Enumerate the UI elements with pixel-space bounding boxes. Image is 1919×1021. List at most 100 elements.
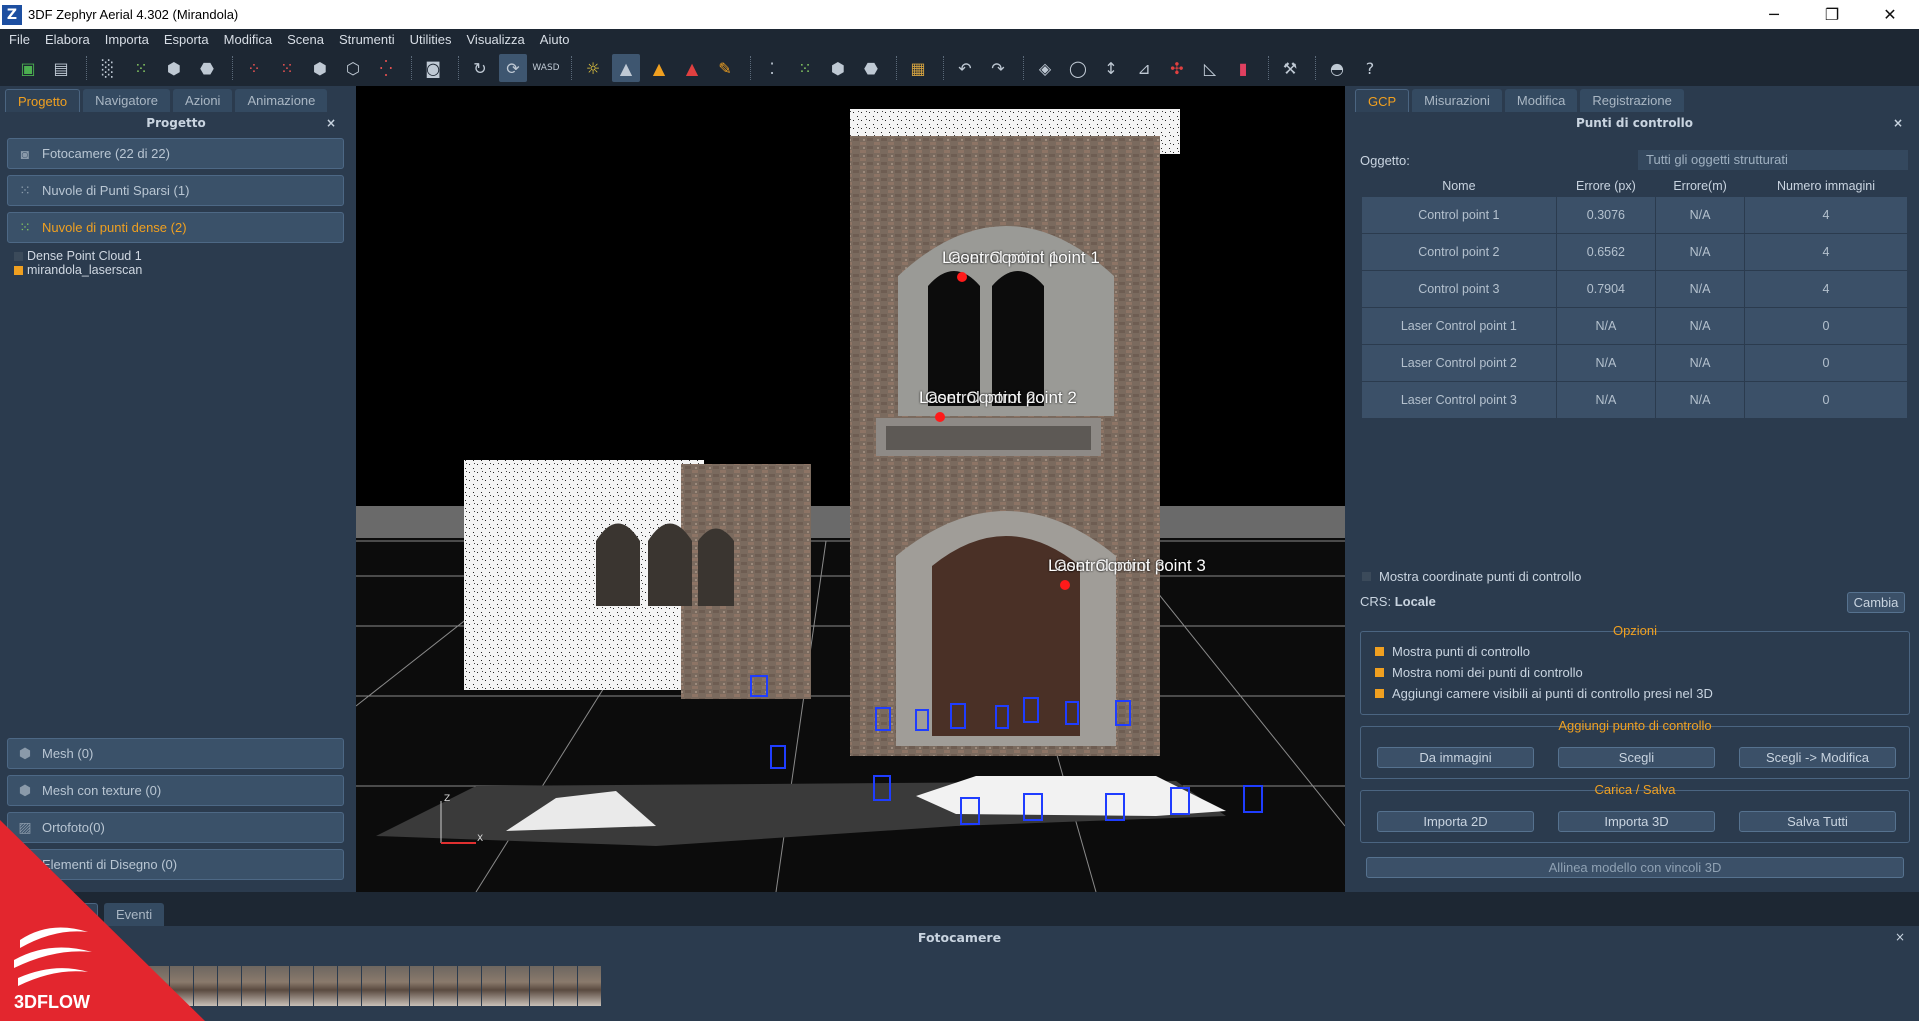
mesh-red-icon[interactable]: ⬢ (306, 54, 334, 82)
option-show-names[interactable]: Mostra nomi dei punti di controllo (1375, 665, 1583, 680)
control-point-marker[interactable] (957, 272, 967, 282)
camera-thumbnail[interactable] (554, 966, 577, 1006)
menu-strumenti[interactable]: Strumenti (339, 32, 395, 47)
transform-gizmo-icon[interactable]: ✣ (1163, 54, 1191, 82)
gcp-tool-icon[interactable]: ▲ (612, 54, 640, 82)
orbit-icon[interactable]: ↻ (466, 54, 494, 82)
menu-visualizza[interactable]: Visualizza (467, 32, 525, 47)
column-header[interactable]: Errore(m) (1656, 176, 1745, 196)
option-checkbox[interactable] (1375, 647, 1384, 656)
camera-thumbnail[interactable] (506, 966, 529, 1006)
tab-registrazione[interactable]: Registrazione (1580, 89, 1684, 112)
restore-button[interactable]: ❐ (1803, 0, 1861, 29)
save-icon[interactable]: ▤ (47, 54, 75, 82)
tab-gcp[interactable]: GCP (1355, 89, 1410, 112)
section-sparse-clouds[interactable]: ⁙ Nuvole di Punti Sparsi (1) (7, 175, 344, 206)
camera-thumbnail[interactable] (410, 966, 433, 1006)
option-checkbox[interactable] (1375, 689, 1384, 698)
tab-misurazioni[interactable]: Misurazioni (1412, 89, 1502, 112)
table-row[interactable]: Control point 3 0.7904 N/A 4 (1361, 269, 1908, 308)
import-3d-button[interactable]: Importa 3D (1558, 811, 1715, 832)
point-select-icon[interactable]: ⁚ (758, 54, 786, 82)
close-icon[interactable]: × (1895, 930, 1905, 944)
triangle-orange-icon[interactable]: ▲ (645, 54, 673, 82)
tab-progetto[interactable]: Progetto (5, 89, 81, 112)
camera-thumbnail[interactable] (314, 966, 337, 1006)
undo-icon[interactable]: ↶ (951, 54, 979, 82)
import-2d-button[interactable]: Importa 2D (1377, 811, 1534, 832)
wasd-icon[interactable]: WASD (532, 54, 560, 82)
menu-file[interactable]: File (9, 32, 30, 47)
menu-elabora[interactable]: Elabora (45, 32, 90, 47)
control-point-marker[interactable] (1060, 580, 1070, 590)
pick-button[interactable]: Scegli (1558, 747, 1715, 768)
menu-scena[interactable]: Scena (287, 32, 324, 47)
table-row[interactable]: Control point 1 0.3076 N/A 4 (1361, 195, 1908, 234)
menu-aiuto[interactable]: Aiuto (540, 32, 570, 47)
option-checkbox[interactable] (1375, 668, 1384, 677)
visibility-checkbox[interactable] (14, 251, 23, 261)
from-images-button[interactable]: Da immagini (1377, 747, 1534, 768)
tree-item[interactable]: Dense Point Cloud 1 (14, 249, 352, 263)
camera-thumbnail[interactable] (458, 966, 481, 1006)
camera-icon[interactable]: ◙ (419, 54, 447, 82)
rotate-icon[interactable]: ⟳ (499, 54, 527, 82)
tab-animazione[interactable]: Animazione (235, 89, 328, 112)
lasso-icon[interactable]: ◈ (1031, 54, 1059, 82)
table-row[interactable]: Laser Control point 3 N/A N/A 0 (1361, 380, 1908, 419)
tree-item[interactable]: mirandola_laserscan (14, 263, 352, 277)
points-icon[interactable]: ░ (94, 54, 122, 82)
bounding-box-icon[interactable]: ▦ (904, 54, 932, 82)
redo-icon[interactable]: ↷ (984, 54, 1012, 82)
brush-icon[interactable]: ✎ (711, 54, 739, 82)
solid-cube-icon[interactable]: ⬢ (824, 54, 852, 82)
wire-cube-icon[interactable]: ⬣ (857, 54, 885, 82)
table-row[interactable]: Laser Control point 1 N/A N/A 0 (1361, 306, 1908, 345)
sparse-points-icon[interactable]: ⁙ (127, 54, 155, 82)
camera-thumbnail[interactable] (482, 966, 505, 1006)
tab-azioni[interactable]: Azioni (173, 89, 233, 112)
column-header[interactable]: Numero immagini (1745, 176, 1908, 196)
minimize-button[interactable]: ─ (1745, 0, 1803, 29)
ruler-icon[interactable]: ◺ (1196, 54, 1224, 82)
axis-icon[interactable]: ⊿ (1130, 54, 1158, 82)
camera-thumbnail[interactable] (338, 966, 361, 1006)
table-row[interactable]: Laser Control point 2 N/A N/A 0 (1361, 343, 1908, 382)
camera-thumbnail[interactable] (578, 966, 601, 1006)
column-header[interactable]: Errore (px) (1556, 176, 1655, 196)
camera-thumbnail[interactable] (290, 966, 313, 1006)
texture-red-icon[interactable]: ⬡ (339, 54, 367, 82)
show-coords-option[interactable]: Mostra coordinate punti di controllo (1362, 569, 1581, 584)
light-icon[interactable]: ☼ (579, 54, 607, 82)
align-model-button[interactable]: Allinea modello con vincoli 3D (1366, 857, 1904, 878)
menu-importa[interactable]: Importa (105, 32, 149, 47)
section-cameras[interactable]: ◙ Fotocamere (22 di 22) (7, 138, 344, 169)
camera-thumbnail[interactable] (242, 966, 265, 1006)
help-icon[interactable]: ? (1356, 54, 1384, 82)
tab-navigatore[interactable]: Navigatore (83, 89, 171, 112)
visibility-checkbox[interactable] (14, 265, 23, 275)
measure-vertical-icon[interactable]: ↕ (1097, 54, 1125, 82)
close-icon[interactable]: × (326, 112, 336, 134)
menu-utilities[interactable]: Utilities (410, 32, 452, 47)
camera-thumbnail[interactable] (434, 966, 457, 1006)
chart-icon[interactable]: ▮ (1229, 54, 1257, 82)
3d-viewport[interactable]: Laser Control point 1 Control point 1 La… (356, 86, 1345, 892)
save-all-button[interactable]: Salva Tutti (1739, 811, 1896, 832)
ortho-icon[interactable]: ⁛ (372, 54, 400, 82)
option-add-cameras[interactable]: Aggiungi camere visibili ai punti di con… (1375, 686, 1713, 701)
dense-red-icon[interactable]: ⁙ (273, 54, 301, 82)
column-header[interactable]: Nome (1362, 176, 1557, 196)
show-coords-checkbox[interactable] (1362, 572, 1371, 581)
mesh-cube-icon[interactable]: ⬢ (160, 54, 188, 82)
object-select[interactable]: Tutti gli oggetti strutturati (1638, 150, 1908, 170)
rotate-gizmo-icon[interactable]: ◯ (1064, 54, 1092, 82)
textured-cube-icon[interactable]: ⬣ (193, 54, 221, 82)
mask-icon[interactable]: ◓ (1323, 54, 1351, 82)
table-row[interactable]: Control point 2 0.6562 N/A 4 (1361, 232, 1908, 271)
pick-edit-button[interactable]: Scegli -> Modifica (1739, 747, 1896, 768)
close-window-button[interactable]: ✕ (1861, 0, 1919, 29)
camera-thumbnail[interactable] (362, 966, 385, 1006)
tools-icon[interactable]: ⚒ (1276, 54, 1304, 82)
sparse-red-icon[interactable]: ⁘ (240, 54, 268, 82)
